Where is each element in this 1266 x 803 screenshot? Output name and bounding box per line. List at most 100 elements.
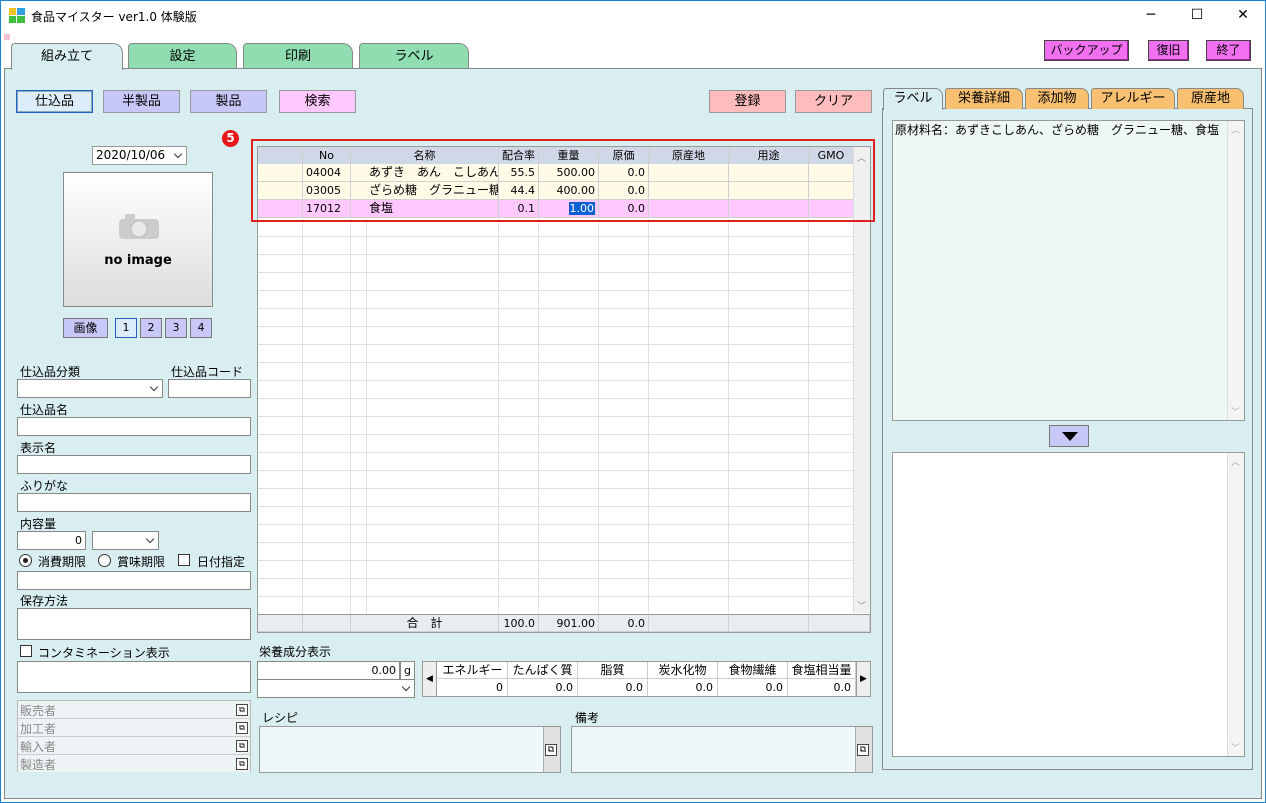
date-picker[interactable]: 2020/10/06 (92, 146, 187, 165)
contamination-label: コンタミネーション表示 (38, 646, 170, 660)
role-row-processor[interactable]: 加工者 ⧉ (18, 719, 250, 737)
copy-icon[interactable]: ⧉ (236, 740, 248, 752)
date-specify-checkbox[interactable] (178, 554, 190, 566)
scroll-up-icon[interactable]: ︿ (1231, 455, 1240, 468)
nutrition-unit: g (400, 661, 415, 680)
nutrition-header-carbs: 炭水化物 (648, 662, 718, 679)
mode-product-button[interactable]: 製品 (190, 90, 267, 113)
total-blank (258, 615, 303, 632)
nutrition-value-fat: 0.0 (578, 679, 648, 696)
contamination-checkbox[interactable] (20, 645, 32, 657)
contamination-input[interactable] (17, 661, 251, 693)
nutrition-basis-select[interactable] (257, 679, 415, 698)
no-image-label: no image (104, 253, 172, 268)
close-button[interactable]: ✕ (1220, 0, 1266, 31)
image-page-2[interactable]: 2 (140, 318, 162, 338)
clear-button[interactable]: クリア (795, 90, 872, 113)
output-scrollbar[interactable]: ︿ ﹀ (1227, 453, 1244, 756)
role-row-seller[interactable]: 販売者 ⧉ (18, 701, 250, 719)
content-unit-select[interactable] (92, 531, 159, 550)
triangle-down-icon (1062, 432, 1078, 441)
name-label: 仕込品名 (20, 403, 69, 417)
label-scrollbar[interactable]: ︿ ﹀ (1227, 121, 1244, 420)
mode-semi-product-button[interactable]: 半製品 (103, 90, 180, 113)
scroll-left-icon[interactable]: ◀ (423, 662, 437, 696)
roles-list: 販売者 ⧉ 加工者 ⧉ 輸入者 ⧉ 製造者 ⧉ (17, 700, 251, 772)
exit-button[interactable]: 終了 (1206, 40, 1251, 61)
scroll-right-icon[interactable]: ▶ (856, 662, 870, 696)
mode-prepared-button[interactable]: 仕込品 (16, 90, 93, 113)
copy-icon[interactable]: ⧉ (236, 704, 248, 716)
image-page-1[interactable]: 1 (115, 318, 137, 338)
register-button[interactable]: 登録 (709, 90, 786, 113)
date-value: 2020/10/06 (96, 148, 166, 162)
content-input[interactable]: 0 (17, 531, 86, 550)
name-input[interactable] (17, 417, 251, 436)
nutrition-header-salt: 食塩相当量 (788, 662, 856, 679)
image-button[interactable]: 画像 (63, 318, 108, 338)
label-text: 原材料名：あずきこしあん、ざらめ糖 グラニュー糖、食塩 (895, 123, 1220, 137)
right-tab-allergy[interactable]: アレルギー (1091, 88, 1175, 109)
copy-icon[interactable]: ⧉ (236, 722, 248, 734)
image-page-4[interactable]: 4 (190, 318, 212, 338)
total-label: 合 計 (351, 615, 499, 632)
nutrition-value-carbs: 0.0 (648, 679, 718, 696)
search-button[interactable]: 検索 (279, 90, 356, 113)
content-label: 内容量 (20, 517, 57, 531)
best-before-radio[interactable] (98, 554, 111, 567)
scroll-down-icon[interactable]: ﹀ (1231, 405, 1240, 418)
right-tab-label[interactable]: ラベル (883, 88, 943, 110)
backup-button[interactable]: バックアップ (1044, 40, 1129, 61)
right-tab-additives[interactable]: 添加物 (1025, 88, 1089, 109)
expand-icon[interactable]: ⧉ (857, 744, 869, 756)
kana-input[interactable] (17, 493, 251, 512)
restore-button[interactable]: 復旧 (1148, 40, 1189, 61)
tab-label[interactable]: ラベル (359, 43, 469, 69)
code-input[interactable] (168, 379, 251, 398)
empty-rows[interactable] (258, 219, 854, 613)
app-icon (9, 8, 25, 23)
expiry-radio[interactable] (19, 554, 32, 567)
tab-settings[interactable]: 設定 (128, 43, 237, 69)
nutrition-value-protein: 0.0 (508, 679, 578, 696)
category-select[interactable] (17, 379, 163, 398)
tab-assemble[interactable]: 組み立て (11, 43, 123, 70)
expand-icon[interactable]: ⧉ (545, 744, 557, 756)
total-blank2 (303, 615, 351, 632)
corner-marker (4, 34, 10, 40)
storage-input[interactable] (17, 608, 251, 640)
notes-input[interactable]: ⧉ (571, 726, 873, 773)
nutrition-header-fat: 脂質 (578, 662, 648, 679)
nutrition-amount-input[interactable]: 0.00 (257, 661, 400, 680)
scroll-up-icon[interactable]: ︿ (1231, 123, 1240, 136)
right-tab-origin[interactable]: 原産地 (1177, 88, 1244, 109)
role-label-processor: 加工者 (20, 722, 57, 736)
nutrition-header-fiber: 食物繊維 (718, 662, 788, 679)
scroll-down-icon[interactable]: ﹀ (1231, 741, 1240, 754)
scroll-down-icon[interactable]: ﹀ (857, 599, 866, 612)
nutrition-label: 栄養成分表示 (259, 645, 332, 659)
label-text-area[interactable]: 原材料名：あずきこしあん、ざらめ糖 グラニュー糖、食塩 ︿ ﹀ (892, 120, 1245, 421)
image-page-3[interactable]: 3 (165, 318, 187, 338)
role-label-seller: 販売者 (20, 704, 57, 718)
highlight-box (251, 139, 875, 222)
nutrition-value-salt: 0.0 (788, 679, 856, 696)
convert-down-button[interactable] (1049, 425, 1089, 447)
copy-icon[interactable]: ⧉ (236, 758, 248, 770)
recipe-input[interactable]: ⧉ (259, 726, 561, 773)
step-marker: 5 (222, 130, 239, 147)
label-output-area[interactable]: ︿ ﹀ (892, 452, 1245, 757)
minimize-button[interactable]: ─ (1128, 0, 1174, 31)
display-name-input[interactable] (17, 455, 251, 474)
tab-print[interactable]: 印刷 (243, 43, 353, 69)
nutrition-value-fiber: 0.0 (718, 679, 788, 696)
date-input[interactable] (17, 571, 251, 590)
expiry-label: 消費期限 (38, 555, 87, 569)
total-origin (649, 615, 729, 632)
right-tab-nutrition[interactable]: 栄養詳細 (945, 88, 1023, 109)
role-row-manufacturer[interactable]: 製造者 ⧉ (18, 755, 250, 772)
total-cost: 0.0 (599, 615, 649, 632)
total-gmo (809, 615, 870, 632)
role-row-importer[interactable]: 輸入者 ⧉ (18, 737, 250, 755)
maximize-button[interactable]: ☐ (1174, 0, 1220, 31)
